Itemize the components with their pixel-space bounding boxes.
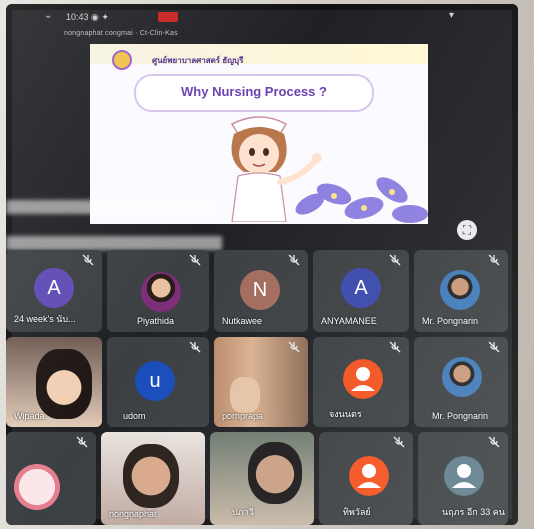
slide-org-name: ศูนย์พยาบาลศาสตร์ ธัญบุรี bbox=[152, 56, 244, 65]
participant-tile[interactable]: u udom bbox=[107, 337, 209, 427]
participant-name: 24 week's นับ... bbox=[14, 314, 76, 324]
mic-off-icon bbox=[488, 341, 500, 353]
participant-tile[interactable]: ปภาวี bbox=[210, 432, 314, 525]
mic-off-icon bbox=[488, 254, 500, 266]
collapse-icon[interactable]: ⌄ bbox=[44, 10, 52, 21]
mic-off-icon bbox=[389, 341, 401, 353]
participant-name: ANYAMANEE bbox=[321, 316, 377, 326]
slide-header bbox=[90, 44, 428, 64]
participant-name: nongnaphat bbox=[109, 509, 157, 519]
avatar bbox=[440, 270, 480, 310]
meeting-title: nongnaphat congmai · Ct-Clin-Kas bbox=[64, 30, 178, 37]
mic-off-icon bbox=[82, 254, 94, 266]
presentation-screen[interactable]: ศูนย์พยาบาลศาสตร์ ธัญบุรี Why Nursing Pr… bbox=[90, 44, 428, 224]
video-feed bbox=[230, 377, 260, 413]
participant-tile[interactable] bbox=[6, 432, 96, 525]
recording-badge bbox=[158, 12, 178, 22]
mic-off-icon bbox=[189, 341, 201, 353]
participant-name: ทิพวัลย์ bbox=[343, 507, 371, 517]
participant-tile[interactable]: Mr. Pongnarin bbox=[414, 250, 508, 332]
mic-off-icon bbox=[288, 341, 300, 353]
video-feed bbox=[248, 442, 302, 504]
participant-name: Piyathida bbox=[137, 316, 175, 326]
participant-name: pornprapa bbox=[222, 411, 264, 421]
participant-tile[interactable]: A 24 week's นับ... bbox=[6, 250, 102, 332]
avatar bbox=[442, 357, 482, 397]
avatar bbox=[444, 456, 484, 496]
avatar bbox=[141, 272, 181, 312]
mic-off-icon bbox=[288, 254, 300, 266]
participant-tile[interactable]: ทิพวัลย์ bbox=[319, 432, 413, 525]
mic-off-icon bbox=[488, 436, 500, 448]
participant-name: Mr. Pongnarin bbox=[432, 411, 489, 421]
slide-title-box: Why Nursing Process ? bbox=[134, 74, 374, 112]
participant-tile[interactable]: pornprapa bbox=[214, 337, 308, 427]
avatar: A bbox=[341, 268, 381, 308]
participant-tile[interactable]: Wipada bbox=[6, 337, 102, 427]
participant-name: นฤภร อีก 33 คน bbox=[442, 507, 505, 517]
mic-off-icon bbox=[189, 254, 201, 266]
slide-title: Why Nursing Process ? bbox=[181, 84, 327, 99]
screen-glare bbox=[6, 236, 222, 250]
slide-logo bbox=[112, 50, 132, 70]
participant-tile[interactable]: N Nutkawee bbox=[214, 250, 308, 332]
flowers-decoration bbox=[295, 177, 428, 223]
fullscreen-button[interactable]: ⛶ bbox=[457, 220, 477, 240]
participant-tile[interactable]: nongnaphat bbox=[101, 432, 205, 525]
avatar: u bbox=[135, 361, 175, 401]
avatar: A bbox=[34, 268, 74, 308]
avatar bbox=[343, 359, 383, 399]
participant-tile[interactable]: Piyathida bbox=[107, 250, 209, 332]
status-bar: ⌄ 10:43 ◉ ✦ ▾ bbox=[40, 10, 500, 26]
participant-name: จงนนตร bbox=[329, 409, 362, 419]
avatar: N bbox=[240, 270, 280, 310]
participant-name: ปภาวี bbox=[232, 507, 254, 517]
participant-tile[interactable]: A ANYAMANEE bbox=[313, 250, 409, 332]
video-feed bbox=[36, 349, 92, 419]
video-feed bbox=[123, 444, 179, 508]
status-time: 10:43 ◉ ✦ bbox=[66, 12, 109, 22]
participant-name: Wipada bbox=[14, 411, 45, 421]
mic-off-icon bbox=[76, 436, 88, 448]
participant-tile[interactable]: จงนนตร bbox=[313, 337, 409, 427]
participant-name: Nutkawee bbox=[222, 316, 263, 326]
avatar bbox=[349, 456, 389, 496]
tablet-screen: ⌄ 10:43 ◉ ✦ ▾ nongnaphat congmai · Ct-Cl… bbox=[6, 4, 518, 525]
more-participants-tile[interactable]: นฤภร อีก 33 คน bbox=[418, 432, 508, 525]
screen-glare bbox=[6, 200, 222, 214]
participant-name: Mr. Pongnarin bbox=[422, 316, 479, 326]
mic-off-icon bbox=[393, 436, 405, 448]
mic-off-icon bbox=[389, 254, 401, 266]
avatar bbox=[14, 464, 60, 510]
signal-icon: ▾ bbox=[448, 10, 454, 21]
participant-tile[interactable]: Mr. Pongnarin bbox=[414, 337, 508, 427]
participant-name: udom bbox=[123, 411, 146, 421]
